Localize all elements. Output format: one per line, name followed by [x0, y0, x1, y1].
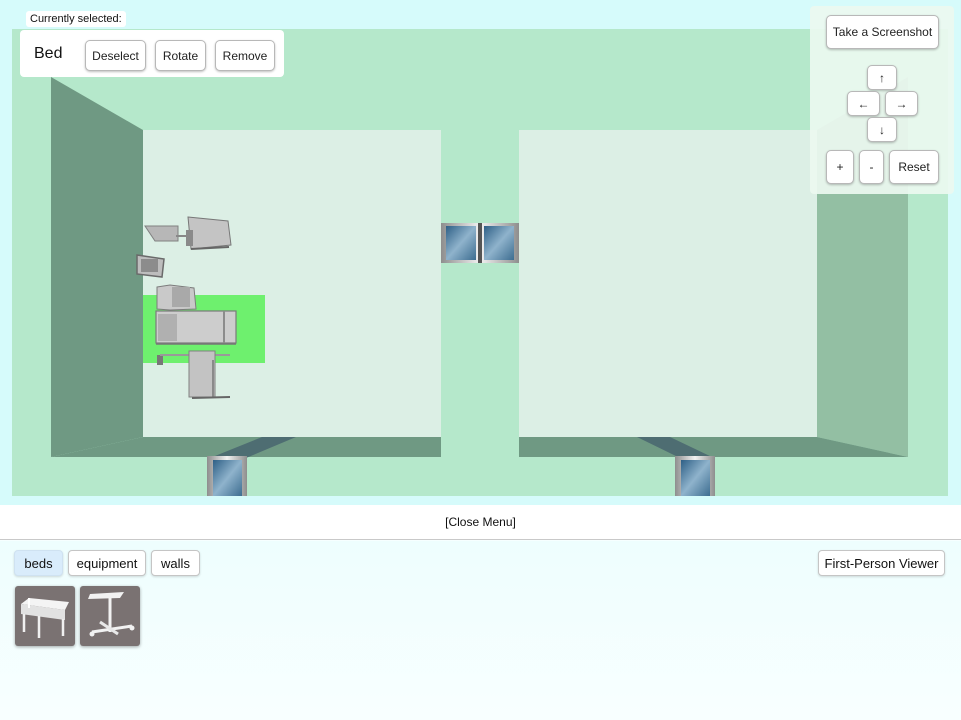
- hospital-bed-icon: [21, 598, 69, 638]
- selected-item-name: Bed: [34, 45, 63, 62]
- reset-view-button[interactable]: Reset: [889, 150, 939, 184]
- tab-walls[interactable]: walls: [151, 550, 200, 576]
- room-left-floor: [143, 130, 441, 437]
- remove-button[interactable]: Remove: [215, 40, 275, 71]
- rotate-button[interactable]: Rotate: [155, 40, 206, 71]
- tab-beds[interactable]: beds: [14, 550, 63, 576]
- selection-heading: Currently selected:: [26, 11, 126, 27]
- zoom-in-button[interactable]: +: [826, 150, 854, 184]
- room-left[interactable]: [51, 77, 441, 457]
- room-right-floor: [519, 130, 817, 437]
- close-menu-toggle[interactable]: [Close Menu]: [0, 505, 961, 540]
- first-person-viewer-button[interactable]: First-Person Viewer: [818, 550, 945, 576]
- screenshot-button[interactable]: Take a Screenshot: [826, 15, 939, 49]
- double-door[interactable]: [441, 223, 519, 263]
- pan-left-button[interactable]: ←: [847, 91, 880, 116]
- catalog-item-bed[interactable]: [15, 586, 75, 646]
- catalog-menu: beds equipment walls First-Person Viewer: [0, 541, 961, 720]
- selection-panel: Bed Deselect Rotate Remove: [20, 30, 284, 77]
- pan-down-button[interactable]: ↓: [867, 117, 897, 142]
- deselect-button[interactable]: Deselect: [85, 40, 146, 71]
- pan-up-button[interactable]: ↑: [867, 65, 897, 90]
- room-left-west-wall: [51, 77, 143, 457]
- catalog-item-overbed-table[interactable]: [80, 586, 140, 646]
- overbed-table-icon: [88, 592, 135, 637]
- camera-controls-panel: Take a Screenshot ↑ ← → ↓ + - Reset: [810, 6, 954, 194]
- monitor-object[interactable]: [136, 254, 165, 278]
- 3d-viewport[interactable]: Currently selected: Bed Deselect Rotate …: [0, 0, 961, 505]
- zoom-out-button[interactable]: -: [859, 150, 884, 184]
- pan-right-button[interactable]: →: [885, 91, 918, 116]
- tab-equipment[interactable]: equipment: [68, 550, 146, 576]
